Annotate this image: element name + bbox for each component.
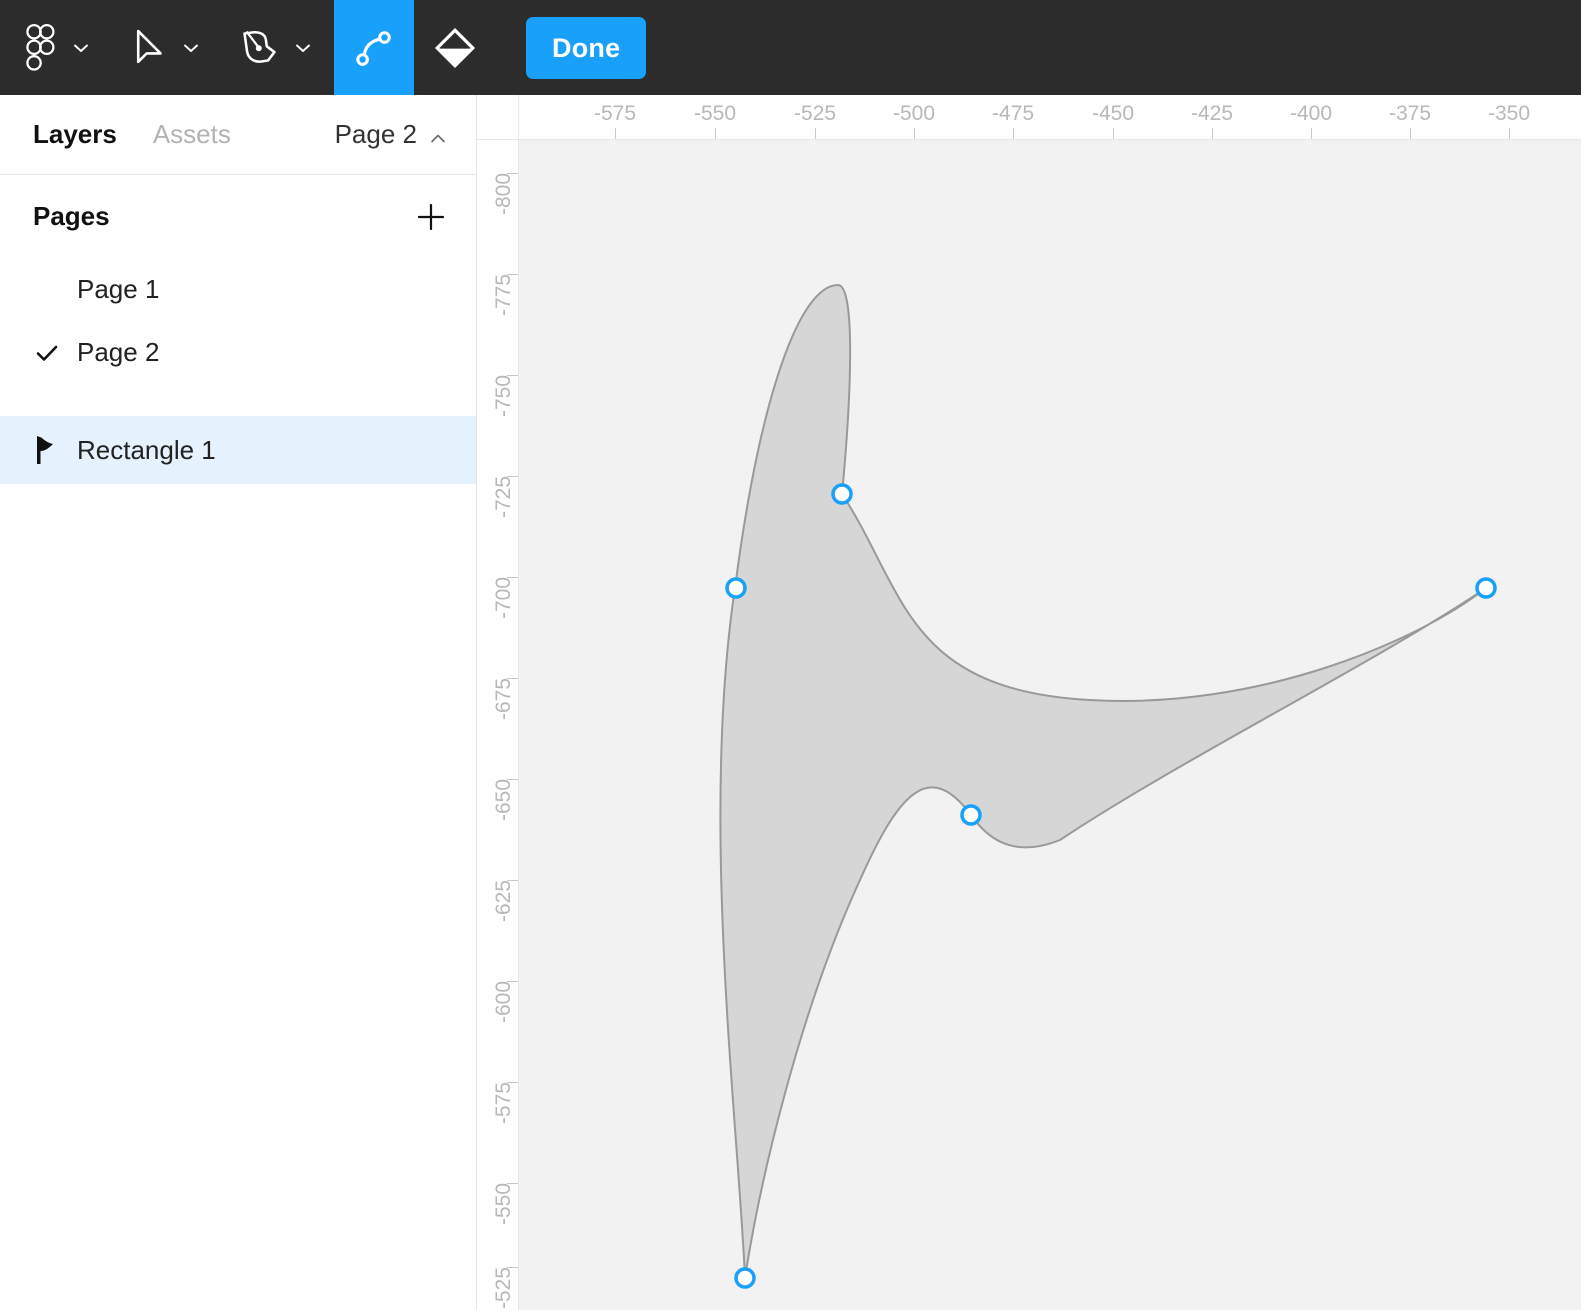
pen-tool-button[interactable] [222, 0, 334, 95]
ruler-tick-label: -575 [492, 1082, 515, 1125]
canvas-area: -575 -550 -525 -500 -475 -450 -425 -400 -375 -350… [477, 95, 1581, 1310]
done-button-wrap: Done [496, 0, 647, 95]
tab-layers[interactable]: Layers [33, 119, 117, 150]
chevron-up-icon [428, 125, 448, 145]
ruler-tick-label: -750 [492, 375, 515, 418]
chevron-down-icon [70, 37, 92, 59]
figma-logo-icon [22, 23, 56, 72]
ruler-corner [477, 95, 519, 140]
pen-nib-icon [242, 28, 278, 68]
page-list-item-page-2[interactable]: Page 2 [0, 321, 476, 384]
ruler-tick-label: -475 [991, 102, 1035, 125]
figma-editor-window: Done Layers Assets Page 2 Pages Page 1 P… [0, 0, 1581, 1310]
ruler-tick-mark [815, 128, 816, 139]
ruler-tick-mark [1013, 128, 1014, 139]
page-label: Page 2 [77, 337, 160, 367]
page-list-item-page-1[interactable]: Page 1 [0, 258, 476, 321]
ruler-tick-label: -625 [492, 880, 515, 923]
ruler-tick-label: -550 [693, 102, 737, 125]
bend-tool-button[interactable] [334, 0, 414, 95]
ruler-tick-mark [1113, 128, 1114, 139]
vertical-ruler[interactable]: -800 -775 -750 -725 -700 -675 -650 -625 -600 -575… [477, 140, 519, 1310]
ruler-tick-label: -525 [793, 102, 837, 125]
plus-icon[interactable] [414, 200, 448, 234]
anchor-middle[interactable] [960, 804, 982, 826]
ruler-tick-label: -725 [492, 476, 515, 519]
ruler-tick-mark [914, 128, 915, 139]
ruler-tick-label: -575 [593, 102, 637, 125]
tab-assets[interactable]: Assets [153, 119, 231, 150]
ruler-tick-mark [1311, 128, 1312, 139]
top-toolbar: Done [0, 0, 1581, 95]
check-icon [33, 339, 77, 367]
chevron-down-icon [292, 37, 314, 59]
ruler-tick-mark [715, 128, 716, 139]
vector-shape-rectangle-1[interactable] [719, 284, 1487, 1279]
sidebar-tabs: Layers Assets Page 2 [0, 95, 476, 175]
ruler-tick-label: -600 [492, 981, 515, 1024]
paint-bucket-diamond-icon [434, 27, 476, 69]
ruler-tick-label: -675 [492, 678, 515, 721]
artboard[interactable] [519, 140, 1581, 1310]
vector-shape-canvas [719, 284, 1497, 1289]
ruler-tick-label: -700 [492, 577, 515, 620]
anchor-bottom[interactable] [734, 1267, 756, 1289]
ruler-tick-mark [1212, 128, 1213, 139]
ruler-tick-label: -500 [892, 102, 936, 125]
anchor-far-right[interactable] [1475, 577, 1497, 599]
page-selector-label: Page 2 [334, 119, 417, 149]
ruler-tick-mark [615, 128, 616, 139]
paint-bucket-tool-button[interactable] [414, 0, 496, 95]
vector-path-icon [33, 435, 77, 465]
ruler-tick-mark [1410, 128, 1411, 139]
ruler-tick-label: -400 [1289, 102, 1333, 125]
anchor-left[interactable] [725, 577, 747, 599]
bend-curve-icon [354, 28, 394, 68]
ruler-tick-label: -425 [1190, 102, 1234, 125]
cursor-arrow-icon [132, 28, 166, 68]
pages-spacer [0, 384, 476, 416]
ruler-tick-label: -375 [1388, 102, 1432, 125]
chevron-down-icon [180, 37, 202, 59]
ruler-tick-label: -800 [492, 173, 515, 216]
ruler-tick-label: -775 [492, 274, 515, 317]
ruler-tick-label: -650 [492, 779, 515, 822]
ruler-tick-label: -550 [492, 1183, 515, 1226]
move-tool-button[interactable] [112, 0, 222, 95]
layer-row-rectangle-1[interactable]: Rectangle 1 [0, 416, 476, 484]
ruler-tick-mark [1509, 128, 1510, 139]
page-selector[interactable]: Page 2 [335, 119, 448, 150]
done-button[interactable]: Done [526, 16, 647, 79]
figma-menu-button[interactable] [0, 0, 112, 95]
horizontal-ruler[interactable]: -575 -550 -525 -500 -475 -450 -425 -400 -375 -350 [519, 95, 1581, 140]
pages-section-title: Pages [33, 201, 110, 231]
ruler-tick-label: -350 [1487, 102, 1531, 125]
left-sidebar: Layers Assets Page 2 Pages Page 1 Page 2… [0, 95, 477, 1310]
pages-section-header: Pages [0, 175, 476, 258]
ruler-tick-label: -450 [1091, 102, 1135, 125]
page-label: Page 1 [77, 274, 160, 304]
layer-label: Rectangle 1 [77, 434, 216, 465]
ruler-tick-label: -525 [492, 1267, 515, 1310]
anchor-top-right[interactable] [831, 483, 853, 505]
